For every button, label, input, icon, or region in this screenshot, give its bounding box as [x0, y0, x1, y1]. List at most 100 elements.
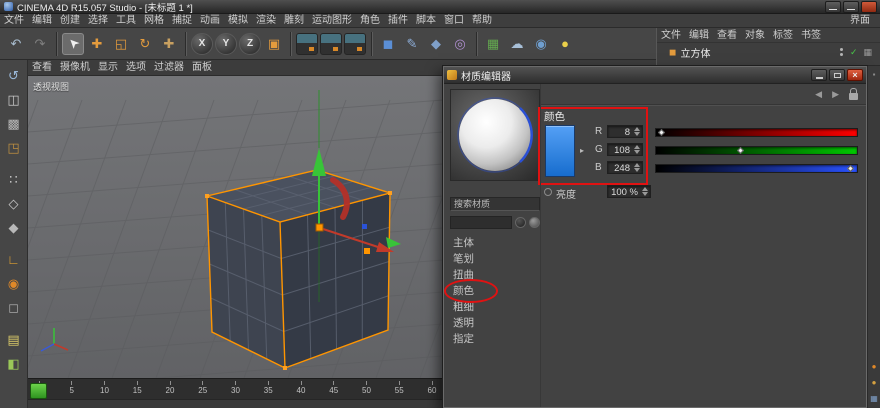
- material-preview[interactable]: [450, 89, 540, 181]
- redo-icon[interactable]: ↷: [29, 33, 51, 55]
- render-view-button[interactable]: [296, 33, 318, 55]
- menu-item[interactable]: 角色: [356, 14, 384, 27]
- viewport-solo-icon[interactable]: ◻: [3, 296, 25, 318]
- viewport-menu-item[interactable]: 选项: [122, 61, 150, 74]
- channel-item[interactable]: 笔划: [450, 251, 538, 267]
- close-button[interactable]: ×: [847, 69, 863, 81]
- viewport-menu-item[interactable]: 摄像机: [56, 61, 94, 74]
- x-axis-lock[interactable]: X: [191, 33, 213, 55]
- visibility-dots-icon[interactable]: [840, 47, 844, 57]
- menu-item[interactable]: 文件: [0, 14, 28, 27]
- channel-item[interactable]: 指定: [450, 331, 538, 347]
- layer-grid-icon[interactable]: ▦: [863, 47, 872, 58]
- preview-options-button[interactable]: [515, 217, 526, 228]
- texture-mode-icon[interactable]: ▩: [3, 112, 25, 134]
- menu-item[interactable]: 查看: [713, 29, 741, 42]
- material-ball-icon-2[interactable]: ●: [872, 379, 877, 387]
- menu-item[interactable]: 文件: [657, 29, 685, 42]
- minimize-button[interactable]: [811, 69, 827, 81]
- model-mode-icon[interactable]: ◫: [3, 88, 25, 110]
- menu-item[interactable]: 书签: [797, 29, 825, 42]
- workplane-mode-icon[interactable]: ◳: [3, 136, 25, 158]
- forward-icon[interactable]: ▶: [832, 89, 839, 100]
- viewport-menu-item[interactable]: 面板: [188, 61, 216, 74]
- slider-handle[interactable]: [658, 129, 665, 136]
- menu-item[interactable]: 插件: [384, 14, 412, 27]
- menu-item[interactable]: 选择: [84, 14, 112, 27]
- stepper-icon[interactable]: [634, 145, 640, 154]
- render-settings-button[interactable]: [320, 33, 342, 55]
- rotate-tool[interactable]: ↻: [134, 33, 156, 55]
- channel-item[interactable]: 主体: [450, 235, 538, 251]
- menu-item[interactable]: 模拟: [224, 14, 252, 27]
- sky-button[interactable]: ☁: [506, 33, 528, 55]
- value-field[interactable]: 108: [607, 143, 643, 156]
- enabled-check-icon[interactable]: ✓: [850, 47, 858, 58]
- channel-item[interactable]: 透明: [450, 315, 538, 331]
- menu-item[interactable]: 编辑: [685, 29, 713, 42]
- menu-item[interactable]: 网格: [140, 14, 168, 27]
- brightness-field[interactable]: 100 %: [607, 185, 651, 198]
- scale-tool[interactable]: ◱: [110, 33, 132, 55]
- search-material-field[interactable]: 搜索材质: [450, 197, 540, 211]
- stepper-icon[interactable]: [634, 163, 640, 172]
- lock-icon[interactable]: [849, 93, 858, 100]
- value-field[interactable]: 8: [607, 125, 643, 138]
- maximize-button[interactable]: [829, 69, 845, 81]
- spline-pen-button[interactable]: ✎: [401, 33, 423, 55]
- color-slider[interactable]: [655, 128, 858, 137]
- menu-item[interactable]: 对象: [741, 29, 769, 42]
- maximize-window-button[interactable]: [843, 1, 859, 13]
- floor-button[interactable]: ▦: [482, 33, 504, 55]
- viewport-menu-item[interactable]: 显示: [94, 61, 122, 74]
- menu-item[interactable]: 动画: [196, 14, 224, 27]
- mograph-button[interactable]: ◆: [425, 33, 447, 55]
- panel-handle-icon[interactable]: ▪: [873, 71, 876, 79]
- menu-item[interactable]: 渲染: [252, 14, 280, 27]
- z-axis-lock[interactable]: Z: [239, 33, 261, 55]
- texture-paint-icon[interactable]: ◧: [3, 352, 25, 374]
- move-tool[interactable]: ✚: [86, 33, 108, 55]
- search-icon[interactable]: [529, 217, 540, 228]
- slider-handle[interactable]: [847, 165, 854, 172]
- viewport-canvas[interactable]: 透视视图: [28, 76, 443, 378]
- color-slider[interactable]: [655, 164, 858, 173]
- channel-item[interactable]: 颜色: [450, 283, 538, 299]
- value-field[interactable]: 248: [607, 161, 643, 174]
- menu-item[interactable]: 编辑: [28, 14, 56, 27]
- snap-icon[interactable]: ◉: [3, 272, 25, 294]
- material-editor-titlebar[interactable]: 材质编辑器 ×: [444, 67, 866, 84]
- channel-dot-icon[interactable]: [544, 188, 552, 196]
- material-name-input[interactable]: [450, 216, 512, 229]
- points-mode-icon[interactable]: ∷: [3, 168, 25, 190]
- slider-handle[interactable]: [737, 147, 744, 154]
- color-slider[interactable]: [655, 146, 858, 155]
- menu-item[interactable]: 脚本: [412, 14, 440, 27]
- minimize-window-button[interactable]: [825, 1, 841, 13]
- menu-item[interactable]: 工具: [112, 14, 140, 27]
- live-selection-tool[interactable]: ➤: [62, 33, 84, 55]
- material-ball-icon[interactable]: ●: [872, 363, 877, 371]
- active-tool-icon[interactable]: ✚: [158, 33, 180, 55]
- menu-item[interactable]: 雕刻: [280, 14, 308, 27]
- interface-menu[interactable]: 界面: [846, 14, 874, 27]
- menu-item[interactable]: 标签: [769, 29, 797, 42]
- coord-system-toggle[interactable]: ▣: [263, 33, 285, 55]
- timeline-ruler[interactable]: 0 5 10 15 20 25 30 35 40 45: [32, 381, 439, 399]
- menu-item[interactable]: 运动图形: [308, 14, 356, 27]
- y-axis-lock[interactable]: Y: [215, 33, 237, 55]
- render-queue-button[interactable]: [344, 33, 366, 55]
- viewport-3d-scene[interactable]: [28, 76, 443, 378]
- primitive-cube-button[interactable]: ◼: [377, 33, 399, 55]
- back-icon[interactable]: ◀: [815, 89, 822, 100]
- menu-item[interactable]: 创建: [56, 14, 84, 27]
- menu-item[interactable]: 窗口: [440, 14, 468, 27]
- viewport-view-label[interactable]: 透视视图: [33, 80, 69, 93]
- light-button[interactable]: ●: [554, 33, 576, 55]
- stepper-icon[interactable]: [642, 187, 648, 196]
- viewport-menu-item[interactable]: 过滤器: [150, 61, 188, 74]
- deformer-button[interactable]: ◎: [449, 33, 471, 55]
- polygons-mode-icon[interactable]: ◆: [3, 216, 25, 238]
- coordinates-panel-icon[interactable]: ▦: [870, 395, 878, 403]
- camera-button[interactable]: ◉: [530, 33, 552, 55]
